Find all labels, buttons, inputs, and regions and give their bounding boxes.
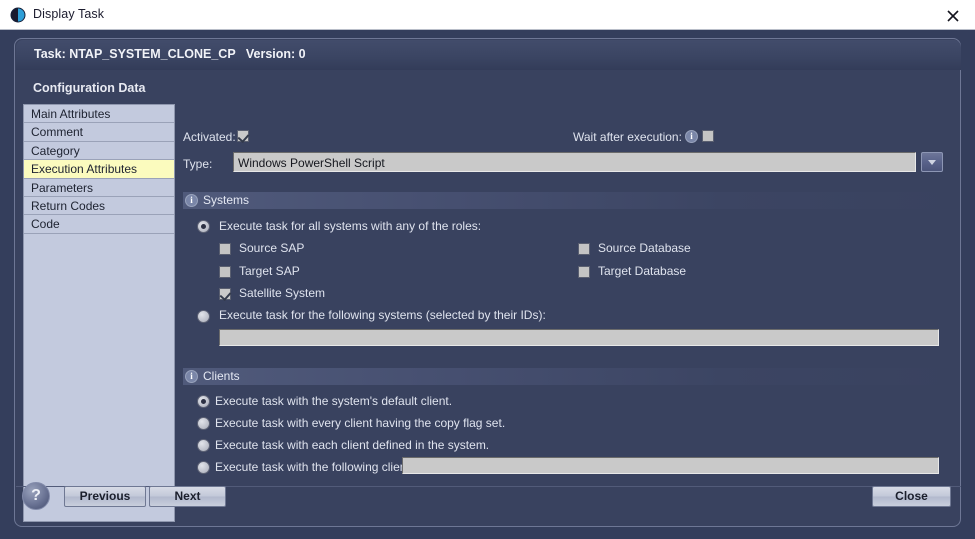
clients-section-title: Clients bbox=[203, 369, 240, 383]
task-header-bar: Task: NTAP_SYSTEM_CLONE_CP Version: 0 bbox=[16, 40, 961, 70]
radio-default-client-label: Execute task with the system's default c… bbox=[215, 394, 452, 408]
sidebar-item-category[interactable]: Category bbox=[24, 142, 174, 160]
radio-copy-flag-client-label: Execute task with every client having th… bbox=[215, 416, 505, 430]
sidebar-item-comment[interactable]: Comment bbox=[24, 123, 174, 141]
checkbox-target-database[interactable] bbox=[578, 266, 590, 278]
checkbox-source-sap[interactable] bbox=[219, 243, 231, 255]
content-area: Activated: Wait after execution: i Type:… bbox=[183, 79, 953, 522]
sidebar-item-label: Code bbox=[31, 217, 60, 231]
info-icon[interactable]: i bbox=[185, 370, 198, 383]
sidebar-item-label: Parameters bbox=[31, 181, 93, 195]
checkbox-satellite-system[interactable] bbox=[219, 288, 231, 300]
checkbox-target-database-label: Target Database bbox=[598, 264, 686, 278]
radio-all-systems-roles-label: Execute task for all systems with any of… bbox=[219, 219, 481, 233]
sidebar-item-code[interactable]: Code bbox=[24, 215, 174, 233]
radio-copy-flag-client[interactable] bbox=[197, 417, 210, 430]
checkbox-source-sap-label: Source SAP bbox=[239, 241, 304, 255]
task-panel: Task: NTAP_SYSTEM_CLONE_CP Version: 0 Co… bbox=[14, 38, 961, 527]
activated-label: Activated: bbox=[183, 130, 236, 144]
radio-default-client[interactable] bbox=[197, 395, 210, 408]
sidebar-item-main-attributes[interactable]: Main Attributes bbox=[24, 105, 174, 123]
sidebar-item-label: Category bbox=[31, 144, 80, 158]
dialog-window: Task: NTAP_SYSTEM_CLONE_CP Version: 0 Co… bbox=[0, 30, 975, 539]
wait-after-execution-checkbox[interactable] bbox=[702, 130, 714, 142]
checkbox-source-database[interactable] bbox=[578, 243, 590, 255]
checkbox-target-sap-label: Target SAP bbox=[239, 264, 300, 278]
radio-each-client[interactable] bbox=[197, 439, 210, 452]
previous-button[interactable]: Previous bbox=[64, 486, 146, 507]
sidebar-item-label: Return Codes bbox=[31, 199, 105, 213]
sidebar-item-execution-attributes[interactable]: Execution Attributes bbox=[24, 160, 174, 178]
close-icon[interactable] bbox=[943, 6, 963, 26]
wait-after-execution-label: Wait after execution: bbox=[573, 130, 682, 144]
radio-systems-by-ids[interactable] bbox=[197, 310, 210, 323]
radio-following-clients-label: Execute task with the following clients: bbox=[215, 460, 419, 474]
checkbox-source-database-label: Source Database bbox=[598, 241, 691, 255]
window-title: Display Task bbox=[33, 7, 104, 21]
info-icon[interactable]: i bbox=[685, 130, 698, 143]
info-icon[interactable]: i bbox=[185, 194, 198, 207]
sidebar: Main Attributes Comment Category Executi… bbox=[23, 104, 175, 522]
type-dropdown-button[interactable] bbox=[921, 152, 943, 172]
page-title: Configuration Data bbox=[33, 81, 146, 95]
systems-section-header: i Systems bbox=[183, 192, 953, 209]
sidebar-item-label: Main Attributes bbox=[31, 107, 110, 121]
activated-checkbox[interactable] bbox=[237, 130, 249, 142]
close-button[interactable]: Close bbox=[872, 486, 951, 507]
type-label: Type: bbox=[183, 157, 212, 171]
systems-section-title: Systems bbox=[203, 193, 249, 207]
radio-systems-by-ids-label: Execute task for the following systems (… bbox=[219, 308, 546, 322]
checkbox-target-sap[interactable] bbox=[219, 266, 231, 278]
radio-each-client-label: Execute task with each client defined in… bbox=[215, 438, 489, 452]
title-bar: Display Task bbox=[0, 0, 975, 30]
type-input[interactable]: Windows PowerShell Script bbox=[233, 152, 916, 172]
radio-following-clients[interactable] bbox=[197, 461, 210, 474]
systems-ids-input[interactable] bbox=[219, 329, 939, 346]
sidebar-item-label: Comment bbox=[31, 125, 83, 139]
radio-all-systems-roles[interactable] bbox=[197, 220, 210, 233]
sidebar-item-parameters[interactable]: Parameters bbox=[24, 179, 174, 197]
sap-sphere-icon bbox=[10, 7, 26, 23]
checkbox-satellite-system-label: Satellite System bbox=[239, 286, 325, 300]
sidebar-item-return-codes[interactable]: Return Codes bbox=[24, 197, 174, 215]
task-header-text: Task: NTAP_SYSTEM_CLONE_CP Version: 0 bbox=[34, 47, 306, 61]
clients-section-header: i Clients bbox=[183, 368, 953, 385]
clients-input[interactable] bbox=[402, 457, 939, 474]
next-button[interactable]: Next bbox=[149, 486, 226, 507]
sidebar-item-label: Execution Attributes bbox=[31, 162, 137, 176]
help-button[interactable]: ? bbox=[22, 482, 50, 510]
